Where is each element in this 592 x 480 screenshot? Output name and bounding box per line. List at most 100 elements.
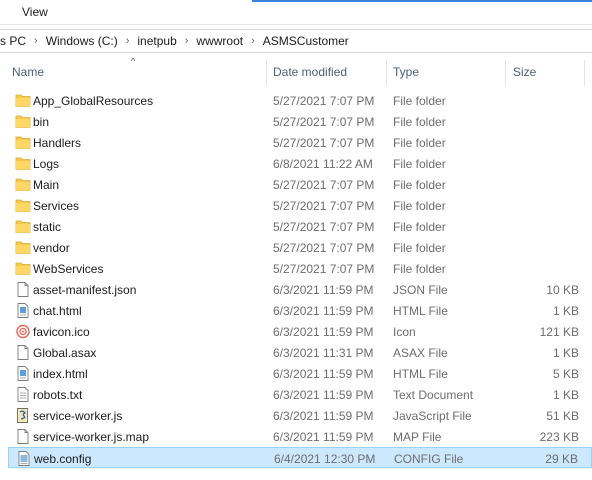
column-header-row: ^ Name Date modified Type Size [0, 56, 592, 86]
file-date-modified: 6/3/2021 11:59 PM [273, 325, 374, 339]
file-row[interactable]: Handlers 5/27/2021 7:07 PM File folder [8, 132, 592, 153]
file-row[interactable]: Logs 6/8/2021 11:22 AM File folder [8, 153, 592, 174]
folder-icon [15, 198, 31, 213]
file-date-modified: 5/27/2021 7:07 PM [273, 199, 375, 213]
file-type: HTML File [393, 304, 448, 318]
breadcrumb-item[interactable]: inetpub [137, 34, 176, 48]
file-type: File folder [393, 115, 446, 129]
file-row[interactable]: bin 5/27/2021 7:07 PM File folder [8, 111, 592, 132]
folder-icon [15, 114, 31, 129]
file-name: robots.txt [33, 388, 83, 402]
file-date-modified: 6/8/2021 11:22 AM [273, 157, 373, 171]
chevron-right-icon[interactable]: › [185, 35, 189, 47]
column-header-type[interactable]: Type [393, 65, 419, 79]
file-date-modified: 6/3/2021 11:59 PM [273, 430, 374, 444]
file-row[interactable]: Main 5/27/2021 7:07 PM File folder [8, 174, 592, 195]
file-size: 1 KB [552, 304, 579, 318]
file-date-modified: 5/27/2021 7:07 PM [273, 220, 375, 234]
file-name: vendor [33, 241, 70, 255]
file-name: Main [33, 178, 60, 192]
file-name: bin [33, 115, 50, 129]
file-size: 29 KB [545, 452, 578, 466]
file-name: static [33, 220, 62, 234]
breadcrumb-item[interactable]: Windows (C:) [46, 34, 118, 48]
file-row[interactable]: vendor 5/27/2021 7:07 PM File folder [8, 237, 592, 258]
ribbon-tab-view[interactable]: View [22, 5, 48, 19]
column-divider[interactable] [505, 60, 506, 86]
folder-icon [15, 177, 31, 192]
file-name: Logs [33, 157, 60, 171]
file-date-modified: 6/3/2021 11:59 PM [273, 409, 374, 423]
file-row[interactable]: web.config 6/4/2021 12:30 PM CONFIG File 29… [8, 447, 592, 468]
file-size: 121 KB [539, 325, 579, 339]
chevron-right-icon[interactable]: › [34, 35, 38, 47]
file-date-modified: 6/3/2021 11:59 PM [273, 388, 374, 402]
file-row[interactable]: asset-manifest.json 6/3/2021 11:59 PM JSON… [8, 279, 592, 300]
ribbon-divider [0, 24, 592, 25]
file-date-modified: 5/27/2021 7:07 PM [273, 136, 375, 150]
file-type: Icon [393, 325, 416, 339]
file-date-modified: 5/27/2021 7:07 PM [273, 241, 375, 255]
file-size: 51 KB [546, 409, 579, 423]
file-type: File folder [393, 241, 446, 255]
file-name: chat.html [33, 304, 82, 318]
document-icon [15, 345, 31, 360]
folder-icon [15, 156, 31, 171]
file-date-modified: 6/3/2021 11:31 PM [273, 346, 374, 360]
file-name: service-worker.js.map [33, 430, 150, 444]
column-header-name[interactable]: Name [12, 65, 44, 79]
address-bar[interactable]: s PC › Windows (C:) › inetpub › wwwroot › ASMSCu… [0, 29, 592, 53]
file-type: File folder [393, 94, 446, 108]
file-name: asset-manifest.json [33, 283, 137, 297]
chevron-right-icon[interactable]: › [251, 35, 255, 47]
html-file-icon [15, 303, 31, 318]
file-row[interactable]: Global.asax 6/3/2021 11:31 PM ASAX File 1 K… [8, 342, 592, 363]
file-name: service-worker.js [33, 409, 123, 423]
ribbon: View [0, 0, 592, 24]
file-type: File folder [393, 220, 446, 234]
file-type: File folder [393, 157, 446, 171]
text-file-icon [15, 387, 31, 402]
breadcrumb-item[interactable]: ASMSCustomer [263, 34, 349, 48]
file-name: WebServices [33, 262, 104, 276]
file-size: 1 KB [552, 388, 579, 402]
folder-icon [15, 240, 31, 255]
file-type: ASAX File [393, 346, 448, 360]
file-row[interactable]: App_GlobalResources 5/27/2021 7:07 PM File… [8, 90, 592, 111]
column-divider[interactable] [386, 60, 387, 86]
file-date-modified: 6/4/2021 12:30 PM [274, 452, 376, 466]
config-file-icon [16, 451, 32, 466]
file-size: 223 KB [539, 430, 579, 444]
file-row[interactable]: WebServices 5/27/2021 7:07 PM File folder [8, 258, 592, 279]
ico-file-icon [15, 324, 31, 339]
folder-icon [15, 261, 31, 276]
file-type: MAP File [393, 430, 442, 444]
sort-ascending-icon: ^ [131, 56, 136, 66]
file-row[interactable]: Services 5/27/2021 7:07 PM File folder [8, 195, 592, 216]
file-row[interactable]: service-worker.js.map 6/3/2021 11:59 PM MA… [8, 426, 592, 447]
file-name: Services [33, 199, 80, 213]
column-header-date[interactable]: Date modified [273, 65, 347, 79]
file-type: File folder [393, 199, 446, 213]
file-size: 1 KB [552, 346, 579, 360]
file-date-modified: 5/27/2021 7:07 PM [273, 262, 375, 276]
file-size: 5 KB [552, 367, 579, 381]
breadcrumb-item[interactable]: s PC [0, 34, 26, 48]
file-row[interactable]: chat.html 6/3/2021 11:59 PM HTML File 1 KB [8, 300, 592, 321]
file-row[interactable]: robots.txt 6/3/2021 11:59 PM Text Document… [8, 384, 592, 405]
file-row[interactable]: service-worker.js 6/3/2021 11:59 PM JavaSc… [8, 405, 592, 426]
chevron-right-icon[interactable]: › [126, 35, 130, 47]
file-row[interactable]: index.html 6/3/2021 11:59 PM HTML File 5 KB [8, 363, 592, 384]
file-row[interactable]: static 5/27/2021 7:07 PM File folder [8, 216, 592, 237]
file-date-modified: 5/27/2021 7:07 PM [273, 94, 375, 108]
document-icon [15, 282, 31, 297]
file-row[interactable]: favicon.ico 6/3/2021 11:59 PM Icon 121 KB [8, 321, 592, 342]
column-header-size[interactable]: Size [513, 65, 536, 79]
file-name: App_GlobalResources [33, 94, 154, 108]
file-date-modified: 6/3/2021 11:59 PM [273, 283, 374, 297]
file-type: HTML File [393, 367, 448, 381]
column-divider[interactable] [584, 60, 585, 86]
file-type: CONFIG File [394, 452, 464, 466]
column-divider[interactable] [266, 60, 267, 86]
breadcrumb-item[interactable]: wwwroot [196, 34, 243, 48]
